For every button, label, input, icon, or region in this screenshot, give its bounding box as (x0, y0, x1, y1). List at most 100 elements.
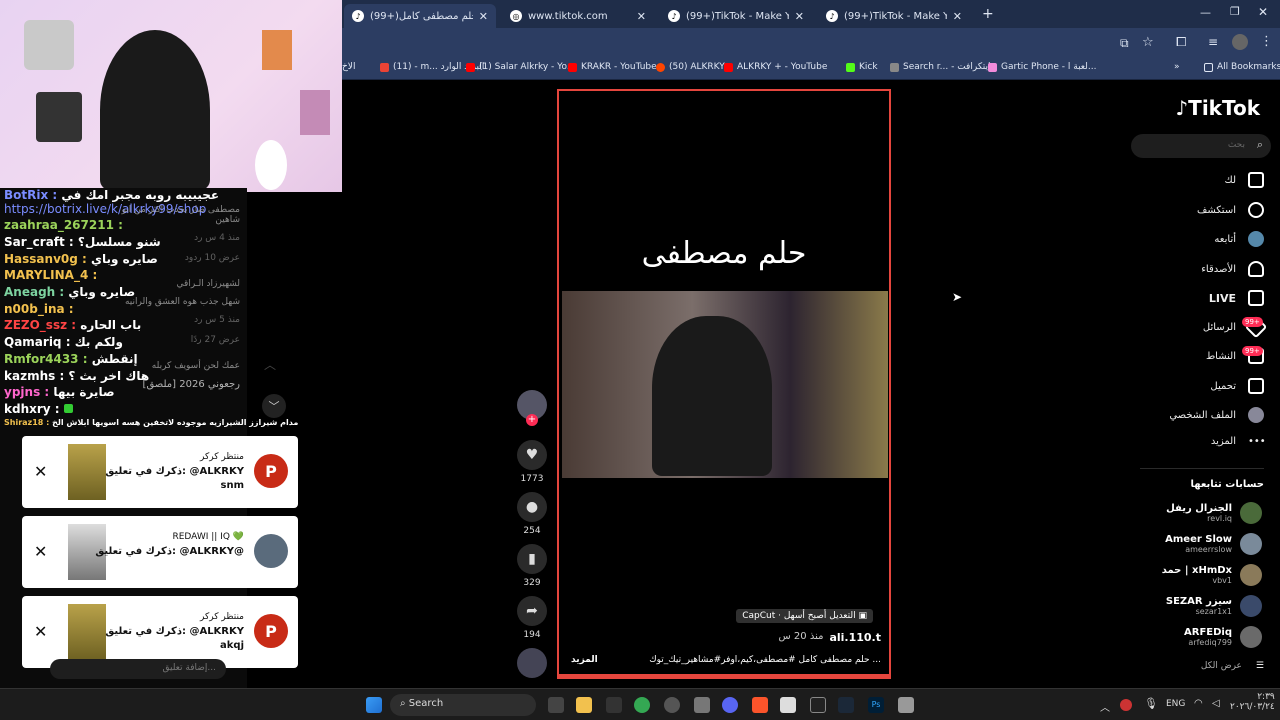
cast-icon[interactable]: ⧉ (1120, 36, 1129, 51)
profile-avatar[interactable] (1232, 34, 1248, 50)
bookmark[interactable]: Kick (846, 62, 878, 72)
bookmark[interactable]: الاخ (342, 62, 355, 72)
bookmark[interactable]: Gartic Phone - لعبة ا... (988, 62, 1096, 72)
nav-for-you[interactable]: لك (1225, 172, 1264, 188)
music-disc[interactable] (514, 648, 550, 682)
video-player[interactable]: حلم مصطفى CapCut · التعديل أصبح أسهل ▣ م… (557, 89, 891, 679)
chat-user: ypjns (4, 385, 41, 399)
taskbar-search[interactable]: ⌕ Search (390, 694, 536, 716)
maximize-button[interactable]: ❐ (1230, 5, 1240, 18)
following-item[interactable]: Ameer Slow ameerrslow (1165, 533, 1262, 555)
close-icon[interactable]: ✕ (795, 10, 804, 23)
brave-icon[interactable] (752, 697, 768, 713)
list-icon: ☰ (1255, 661, 1264, 671)
notification-text: akqj (220, 640, 244, 651)
close-icon[interactable]: ✕ (34, 542, 47, 561)
bookmark-label: Search r... - مايتكرافت (903, 62, 996, 72)
share-button[interactable]: ➦ 194 (514, 596, 550, 640)
bookmark[interactable]: (1) Salar Alkrky - Yo... (466, 62, 575, 72)
language-indicator[interactable]: ENG (1166, 699, 1185, 709)
notification-text: ذكرك في تعليق: @ALKRKY@ (95, 546, 244, 557)
tab-search-icon[interactable]: ≡ (1208, 35, 1218, 49)
nav-more[interactable]: المزيد ••• (1211, 436, 1266, 447)
extensions-icon[interactable]: ⧠ (1176, 35, 1186, 50)
search-input[interactable]: بحث ⌕ (1131, 134, 1271, 158)
author-avatar[interactable]: + (514, 390, 550, 426)
volume-icon[interactable]: ◁ (1212, 698, 1220, 709)
notification-thumbnail (68, 444, 106, 500)
notification-card[interactable]: ✕ REDAWI || IQ 💚 ذكرك في تعليق: @ALKRKY@ (22, 516, 298, 588)
capcut-icon[interactable] (810, 697, 826, 713)
tab-tiktok-3[interactable]: ♪ (99+)TikTok - Make Your Day ✕ (818, 4, 970, 28)
close-icon[interactable]: ✕ (637, 10, 646, 23)
bookmark[interactable]: (50) ALKRKY (656, 62, 725, 72)
following-item[interactable]: ARFEDiq arfediq799 (1184, 626, 1262, 648)
video-progress[interactable] (559, 674, 889, 677)
photoshop-icon[interactable]: Ps (868, 697, 884, 713)
bookmark[interactable]: KRAKR - YouTube (568, 62, 657, 72)
steam-icon[interactable] (838, 697, 854, 713)
follow-plus-icon[interactable]: + (526, 414, 538, 426)
wifi-icon[interactable]: ◠ (1194, 698, 1203, 709)
more-link[interactable]: المزيد (571, 655, 598, 665)
chevron-up-icon[interactable]: ︿ (264, 356, 276, 373)
like-button[interactable]: ♥ 1773 (514, 440, 550, 484)
tab-tiktok-active[interactable]: ♪ (99+)حلم مصطفى كامل #... ✕ (344, 4, 496, 28)
minimize-button[interactable]: — (1200, 6, 1211, 19)
see-all-link[interactable]: عرض الكل ☰ (1201, 661, 1264, 671)
upload-plus-icon (1248, 378, 1264, 394)
nav-label: تحميل (1210, 380, 1236, 392)
bookmark[interactable]: ALKRKY + - YouTube (724, 62, 827, 72)
star-icon[interactable]: ☆ (1142, 35, 1154, 50)
chevron-down-icon[interactable]: ﹀ (262, 394, 286, 418)
new-tab-button[interactable]: + (982, 6, 994, 22)
save-button[interactable]: ▮ 329 (514, 544, 550, 588)
windows-start-icon[interactable] (366, 697, 382, 713)
close-icon[interactable]: ✕ (479, 10, 488, 23)
nav-following[interactable]: أتابعه (1214, 231, 1264, 247)
nav-explore[interactable]: استكشف (1197, 202, 1264, 218)
clock[interactable]: ٢:٣٩ ٢٠٢٦/٠٣/٢٤ (1230, 692, 1275, 712)
nav-profile[interactable]: الملف الشخصي (1169, 407, 1264, 423)
app-icon[interactable] (606, 697, 622, 713)
microphone-icon[interactable]: 🎙 (1144, 697, 1158, 710)
comment-button[interactable]: ● 254 (514, 492, 550, 536)
nav-live[interactable]: LIVE (1209, 290, 1264, 306)
all-bookmarks[interactable]: All Bookmarks (1204, 62, 1280, 72)
settings-icon[interactable] (694, 697, 710, 713)
close-icon[interactable]: ✕ (34, 462, 47, 481)
view-replies[interactable]: عرض 10 ردود (100, 253, 240, 263)
capcut-badge[interactable]: CapCut · التعديل أصبح أسهل ▣ (736, 609, 873, 623)
file-explorer-icon[interactable] (576, 697, 592, 713)
avatar (1240, 533, 1262, 555)
tray-chevron-icon[interactable]: ︿ (1100, 699, 1110, 714)
menu-kebab-icon[interactable]: ⋮ (1260, 34, 1273, 49)
following-item[interactable]: الجنرال ريفل revl.iq (1166, 502, 1262, 524)
tiktok-icon: ♪ (826, 10, 838, 22)
bookmarks-overflow[interactable]: » (1174, 62, 1180, 72)
window-close-button[interactable]: ✕ (1258, 5, 1268, 19)
nav-friends[interactable]: الأصدقاء (1201, 261, 1264, 277)
comment-input[interactable]: إضافة تعليق... (50, 659, 226, 679)
search-icon[interactable]: ⌕ (1257, 138, 1263, 152)
tiktok-logo[interactable]: ♪TikTok (1175, 96, 1260, 120)
close-icon[interactable]: ✕ (34, 622, 47, 641)
obs-icon[interactable] (664, 697, 680, 713)
tab-tiktok-2[interactable]: ♪ (99+)TikTok - Make Your Day ✕ (660, 4, 812, 28)
notification-card[interactable]: ✕ منتظر كركر ذكرك في تعليق: @ALKRKY snm … (22, 436, 298, 508)
nav-upload[interactable]: تحميل (1210, 378, 1264, 394)
view-replies[interactable]: عرض 27 ردًا (100, 335, 240, 345)
discord-icon[interactable] (722, 697, 738, 713)
following-item[interactable]: حمد | xHmDx vbv1 (1162, 564, 1262, 586)
video-author[interactable]: ali.110.t (829, 631, 881, 644)
following-item[interactable]: SEZAR سيزر sezar1x1 (1166, 595, 1262, 617)
task-view-icon[interactable] (548, 697, 564, 713)
app-icon[interactable] (898, 697, 914, 713)
app-icon[interactable] (780, 697, 796, 713)
chrome-icon[interactable] (634, 697, 650, 713)
close-icon[interactable]: ✕ (953, 10, 962, 23)
tab-tiktok-com[interactable]: ◎ www.tiktok.com ✕ (502, 4, 654, 28)
bookmark[interactable]: Search r... - مايتكرافت (890, 62, 996, 72)
tray-app-icon[interactable] (1120, 699, 1132, 711)
notification-card[interactable]: ✕ منتظر كركر ذكرك في تعليق: @ALKRKY akqj… (22, 596, 298, 668)
